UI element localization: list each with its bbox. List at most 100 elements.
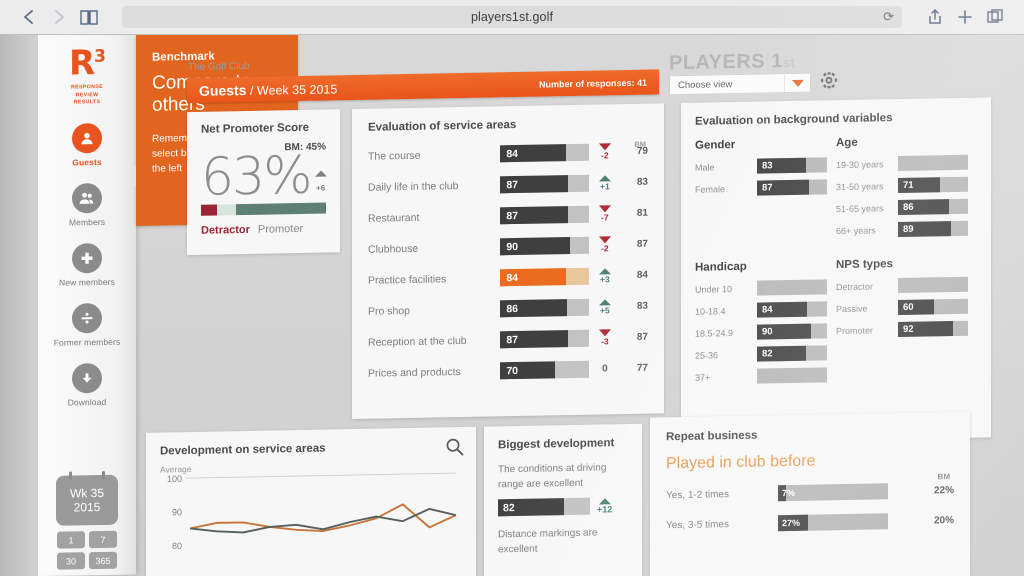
biggest-development-value: 82 bbox=[503, 501, 515, 514]
background-variable-row[interactable]: Promoter 92 bbox=[836, 320, 977, 339]
service-area-bar-fill: 87 bbox=[500, 330, 568, 349]
background-group-title: Handicap bbox=[695, 260, 747, 274]
service-area-bar: 87 bbox=[500, 205, 589, 225]
background-variable-bar bbox=[757, 367, 827, 384]
service-area-row[interactable]: Practice facilities 84 +3 84 bbox=[368, 267, 648, 289]
service-area-value: 70 bbox=[506, 364, 519, 377]
background-variable-value: 89 bbox=[903, 223, 914, 235]
background-variable-value: 90 bbox=[762, 326, 773, 338]
background-variables-card: Evaluation on background variables Gende… bbox=[681, 97, 991, 444]
sidebar-item-label: Members bbox=[68, 216, 106, 228]
range-button-7[interactable]: 7 bbox=[89, 530, 117, 549]
service-area-delta-value: -3 bbox=[601, 336, 609, 347]
range-button-1[interactable]: 1 bbox=[57, 531, 85, 549]
forward-button[interactable] bbox=[44, 3, 74, 31]
logo-exponent: 3 bbox=[94, 46, 106, 67]
background-variable-row[interactable]: Detractor bbox=[836, 276, 977, 295]
background-variable-row[interactable]: Passive 60 bbox=[836, 298, 977, 317]
service-area-row[interactable]: Prices and products 70 0 77 bbox=[368, 360, 648, 382]
background-variable-row[interactable]: Under 10 bbox=[695, 279, 836, 297]
background-variable-bar: 84 bbox=[757, 301, 827, 318]
bookmarks-button[interactable] bbox=[74, 3, 104, 31]
service-area-value: 90 bbox=[506, 240, 519, 253]
background-variable-row[interactable]: Male 83 bbox=[695, 157, 836, 175]
repeat-business-value: 7% bbox=[782, 487, 796, 499]
repeat-business-row[interactable]: Yes, 3-5 times 27% 20% bbox=[666, 512, 954, 533]
background-variable-row[interactable]: 37+ bbox=[695, 367, 836, 385]
sidebar-item-guests[interactable]: Guests bbox=[38, 122, 136, 168]
chevron-down-icon[interactable] bbox=[784, 73, 810, 93]
service-area-value: 86 bbox=[506, 302, 519, 315]
background-variable-row[interactable]: 18.5-24.9 90 bbox=[695, 323, 836, 341]
brand-logo-text: PLAYERS 1 bbox=[669, 50, 783, 75]
service-area-label: Reception at the club bbox=[368, 334, 467, 349]
service-area-value: 87 bbox=[506, 209, 519, 222]
background-variable-label: 51-65 years bbox=[836, 202, 884, 214]
sidebar-item-new-members[interactable]: New members bbox=[38, 242, 136, 288]
service-area-row[interactable]: Reception at the club 87 -3 87 bbox=[368, 329, 648, 351]
reload-icon[interactable]: ⟳ bbox=[883, 9, 894, 25]
sidebar-item-download[interactable]: Download bbox=[38, 362, 136, 408]
service-area-row[interactable]: Daily life in the club 87 +1 83 bbox=[368, 174, 648, 196]
user-icon bbox=[72, 122, 102, 154]
users-icon bbox=[72, 182, 102, 214]
repeat-business-title: Repeat business bbox=[666, 429, 758, 444]
repeat-business-bm-header: BM bbox=[937, 472, 950, 482]
background-variable-row[interactable]: 10-18.4 84 bbox=[695, 301, 836, 319]
back-button[interactable] bbox=[14, 3, 44, 31]
background-variable-bar-fill: 92 bbox=[898, 321, 953, 338]
address-bar[interactable]: players1st.golf ⟳ bbox=[122, 6, 902, 28]
download-icon bbox=[72, 362, 102, 394]
background-variables-row-1: Gender Male 83 Female 87 Age 19-30 years 31-50… bbox=[695, 135, 977, 248]
background-variable-bar: 90 bbox=[757, 323, 827, 340]
service-area-delta: +1 bbox=[589, 174, 622, 192]
page-title-main: Guests bbox=[199, 81, 247, 99]
biggest-development-item[interactable]: Distance markings are excellent bbox=[498, 526, 628, 557]
service-area-bar-fill: 87 bbox=[500, 206, 568, 225]
gear-icon[interactable] bbox=[820, 71, 838, 89]
nps-legend-detractor: Detractor bbox=[201, 223, 250, 237]
background-variable-bar: 83 bbox=[757, 157, 827, 174]
service-area-delta-value: +5 bbox=[600, 304, 610, 315]
background-variable-row[interactable]: 19-30 years bbox=[836, 154, 977, 173]
service-area-delta: +3 bbox=[589, 267, 622, 285]
chart-line-series bbox=[189, 507, 457, 534]
search-icon[interactable] bbox=[445, 437, 464, 461]
repeat-business-benchmark: 20% bbox=[933, 514, 954, 526]
biggest-development-item[interactable]: The conditions at driving range are exce… bbox=[498, 461, 628, 517]
background-variable-row[interactable]: 25-36 82 bbox=[695, 345, 836, 363]
service-area-delta-value: +1 bbox=[600, 180, 610, 191]
background-group-title: Age bbox=[836, 136, 858, 150]
development-chart-card: Development on service areas Average 80 9… bbox=[146, 426, 476, 576]
background-variable-row[interactable]: 51-65 years 86 bbox=[836, 198, 977, 217]
repeat-business-row[interactable]: Yes, 1-2 times 7% 22% bbox=[666, 482, 954, 503]
service-area-row[interactable]: Restaurant 87 -7 81 bbox=[368, 205, 648, 227]
share-button[interactable] bbox=[920, 3, 950, 31]
app-root: players1st.golf ⟳ R3 RESPONSE REVIEW RESUL… bbox=[0, 0, 1024, 576]
page-title: Guests / Week 35 2015 bbox=[199, 80, 337, 99]
calendar-icon[interactable]: Wk 35 2015 bbox=[56, 474, 118, 526]
background-variable-row[interactable]: 31-50 years 71 bbox=[836, 176, 977, 195]
background-variable-row[interactable]: 66+ years 89 bbox=[836, 220, 977, 239]
service-area-row[interactable]: Clubhouse 90 -2 87 bbox=[368, 236, 648, 258]
background-variable-row[interactable]: Female 87 bbox=[695, 179, 836, 197]
range-button-365[interactable]: 365 bbox=[89, 551, 117, 570]
chart-gridline bbox=[186, 472, 456, 479]
choose-view-dropdown[interactable]: Choose view bbox=[669, 72, 811, 96]
service-area-row[interactable]: Pro shop 86 +5 83 bbox=[368, 298, 648, 320]
service-area-bar-fill: 84 bbox=[500, 268, 566, 287]
sidebar-item-label: Download bbox=[67, 396, 107, 408]
sidebar-item-members[interactable]: Members bbox=[38, 182, 136, 228]
tabs-button[interactable] bbox=[980, 3, 1010, 31]
range-button-30[interactable]: 30 bbox=[57, 552, 85, 570]
background-variable-label: Passive bbox=[836, 303, 868, 314]
new-tab-button[interactable] bbox=[950, 3, 980, 31]
development-chart: 80 90 100 bbox=[160, 467, 460, 568]
service-area-delta: -2 bbox=[589, 236, 622, 254]
sidebar-item-former-members[interactable]: Former members bbox=[38, 302, 136, 348]
biggest-development-text: Distance markings are excellent bbox=[498, 527, 598, 555]
service-area-benchmark: 87 bbox=[636, 238, 648, 250]
service-area-label: Prices and products bbox=[368, 365, 461, 380]
plus-circle-icon bbox=[72, 242, 102, 274]
service-area-row[interactable]: The course 84 -2 79 bbox=[368, 143, 648, 165]
